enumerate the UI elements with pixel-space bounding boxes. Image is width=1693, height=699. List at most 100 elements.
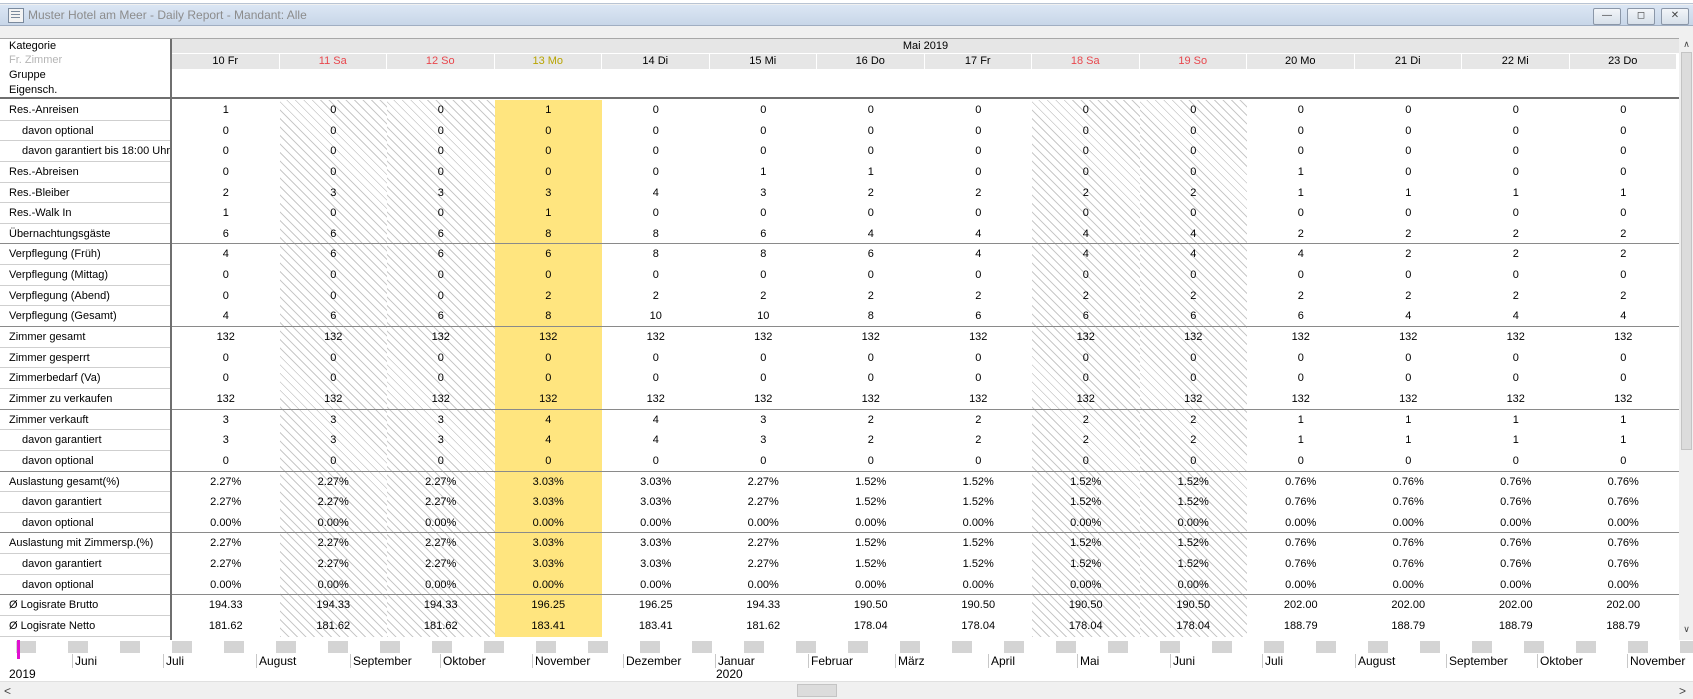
table-cell[interactable]: 3.03% bbox=[495, 554, 603, 575]
table-cell[interactable]: 0 bbox=[1355, 451, 1463, 472]
table-cell[interactable]: 3 bbox=[280, 183, 388, 204]
table-cell[interactable]: 0 bbox=[1140, 348, 1248, 369]
table-cell[interactable]: 2.27% bbox=[710, 554, 818, 575]
timeline-month-label[interactable]: Mai bbox=[1077, 654, 1099, 668]
table-cell[interactable]: 2.27% bbox=[387, 533, 495, 554]
header-label-kategorie[interactable]: Kategorie bbox=[0, 39, 170, 53]
table-cell[interactable]: 0 bbox=[602, 162, 710, 183]
table-cell[interactable]: 3 bbox=[387, 183, 495, 204]
table-cell[interactable]: 4 bbox=[172, 306, 280, 327]
table-cell[interactable]: 132 bbox=[1032, 327, 1140, 348]
table-cell[interactable]: 2 bbox=[817, 410, 925, 431]
table-cell[interactable]: 132 bbox=[1032, 389, 1140, 410]
day-header-1[interactable]: 11 Sa bbox=[279, 54, 387, 69]
table-cell[interactable]: 4 bbox=[1032, 244, 1140, 265]
table-cell[interactable]: 0 bbox=[1355, 368, 1463, 389]
timeline-position-marker[interactable] bbox=[17, 640, 20, 659]
table-cell[interactable]: 6 bbox=[387, 224, 495, 245]
table-cell[interactable]: 8 bbox=[495, 224, 603, 245]
table-cell[interactable]: 178.04 bbox=[1140, 616, 1248, 637]
table-cell[interactable]: 6 bbox=[172, 224, 280, 245]
row-label[interactable]: davon optional bbox=[0, 575, 170, 596]
table-cell[interactable]: 0 bbox=[387, 348, 495, 369]
table-cell[interactable]: 0.00% bbox=[495, 575, 603, 596]
table-cell[interactable]: 0 bbox=[172, 162, 280, 183]
vertical-scrollbar[interactable]: ∧ ∨ bbox=[1680, 38, 1693, 640]
table-cell[interactable]: 2 bbox=[1247, 224, 1355, 245]
row-label[interactable]: Res.-Walk In bbox=[0, 203, 170, 224]
table-cell[interactable]: 1 bbox=[1462, 183, 1570, 204]
table-cell[interactable]: 4 bbox=[602, 183, 710, 204]
table-cell[interactable]: 2 bbox=[1140, 286, 1248, 307]
row-label[interactable]: davon garantiert bis 18:00 Uhr bbox=[0, 141, 170, 162]
table-cell[interactable]: 194.33 bbox=[172, 595, 280, 616]
table-cell[interactable]: 0.00% bbox=[387, 513, 495, 534]
table-cell[interactable]: 1.52% bbox=[925, 492, 1033, 513]
scroll-right-icon[interactable]: > bbox=[1679, 684, 1686, 698]
table-cell[interactable]: 2.27% bbox=[387, 492, 495, 513]
table-cell[interactable]: 202.00 bbox=[1570, 595, 1678, 616]
timeline-month-label[interactable]: Oktober bbox=[1537, 654, 1583, 668]
table-cell[interactable]: 3 bbox=[710, 430, 818, 451]
table-cell[interactable]: 0.00% bbox=[280, 513, 388, 534]
timeline-month-label[interactable]: November bbox=[1627, 654, 1685, 668]
table-cell[interactable]: 0 bbox=[710, 265, 818, 286]
minimize-button[interactable]: — bbox=[1593, 8, 1621, 25]
table-cell[interactable]: 8 bbox=[817, 306, 925, 327]
table-cell[interactable]: 194.33 bbox=[710, 595, 818, 616]
table-cell[interactable]: 0 bbox=[1140, 265, 1248, 286]
table-cell[interactable]: 181.62 bbox=[710, 616, 818, 637]
row-label[interactable]: Zimmer gesperrt bbox=[0, 348, 170, 369]
table-cell[interactable]: 132 bbox=[710, 389, 818, 410]
table-cell[interactable]: 0.76% bbox=[1462, 472, 1570, 493]
table-cell[interactable]: 3.03% bbox=[495, 492, 603, 513]
row-label[interactable]: Res.-Abreisen bbox=[0, 162, 170, 183]
table-cell[interactable]: 3 bbox=[172, 430, 280, 451]
table-cell[interactable]: 0 bbox=[172, 451, 280, 472]
table-cell[interactable]: 132 bbox=[1247, 389, 1355, 410]
table-cell[interactable]: 3.03% bbox=[602, 492, 710, 513]
table-cell[interactable]: 188.79 bbox=[1247, 616, 1355, 637]
table-cell[interactable]: 0 bbox=[387, 100, 495, 121]
table-cell[interactable]: 0 bbox=[280, 286, 388, 307]
table-cell[interactable]: 2.27% bbox=[172, 492, 280, 513]
table-cell[interactable]: 1 bbox=[1247, 430, 1355, 451]
table-cell[interactable]: 132 bbox=[387, 389, 495, 410]
table-cell[interactable]: 1.52% bbox=[1140, 492, 1248, 513]
table-cell[interactable]: 0.00% bbox=[710, 575, 818, 596]
timeline-month-label[interactable]: April bbox=[988, 654, 1015, 668]
table-cell[interactable]: 0 bbox=[1247, 141, 1355, 162]
table-cell[interactable]: 0 bbox=[1032, 121, 1140, 142]
table-cell[interactable]: 0.76% bbox=[1355, 492, 1463, 513]
table-cell[interactable]: 0.00% bbox=[1462, 513, 1570, 534]
table-cell[interactable]: 0 bbox=[1032, 100, 1140, 121]
timeline-month-label[interactable]: November bbox=[532, 654, 590, 668]
table-cell[interactable]: 3 bbox=[172, 410, 280, 431]
table-cell[interactable]: 0 bbox=[602, 203, 710, 224]
table-cell[interactable]: 0.00% bbox=[817, 575, 925, 596]
table-cell[interactable]: 190.50 bbox=[817, 595, 925, 616]
table-cell[interactable]: 0.76% bbox=[1355, 554, 1463, 575]
table-cell[interactable]: 132 bbox=[602, 327, 710, 348]
table-cell[interactable]: 4 bbox=[925, 244, 1033, 265]
title-bar[interactable]: Muster Hotel am Meer - Daily Report - Ma… bbox=[0, 5, 1693, 26]
table-cell[interactable]: 196.25 bbox=[495, 595, 603, 616]
table-cell[interactable]: 0 bbox=[1355, 162, 1463, 183]
table-cell[interactable]: 3 bbox=[387, 410, 495, 431]
table-cell[interactable]: 183.41 bbox=[602, 616, 710, 637]
table-cell[interactable]: 178.04 bbox=[817, 616, 925, 637]
table-cell[interactable]: 3 bbox=[280, 430, 388, 451]
table-cell[interactable]: 2 bbox=[1032, 183, 1140, 204]
table-cell[interactable]: 0 bbox=[1140, 141, 1248, 162]
day-header-3[interactable]: 13 Mo bbox=[494, 54, 602, 69]
table-cell[interactable]: 0.76% bbox=[1570, 492, 1678, 513]
table-cell[interactable]: 0 bbox=[1462, 121, 1570, 142]
table-cell[interactable]: 2.27% bbox=[710, 533, 818, 554]
row-label[interactable]: davon garantiert bbox=[0, 492, 170, 513]
table-cell[interactable]: 0.00% bbox=[1462, 575, 1570, 596]
table-cell[interactable]: 132 bbox=[172, 327, 280, 348]
table-cell[interactable]: 0.00% bbox=[817, 513, 925, 534]
table-cell[interactable]: 0.00% bbox=[1247, 513, 1355, 534]
table-cell[interactable]: 3.03% bbox=[602, 554, 710, 575]
table-cell[interactable]: 6 bbox=[710, 224, 818, 245]
